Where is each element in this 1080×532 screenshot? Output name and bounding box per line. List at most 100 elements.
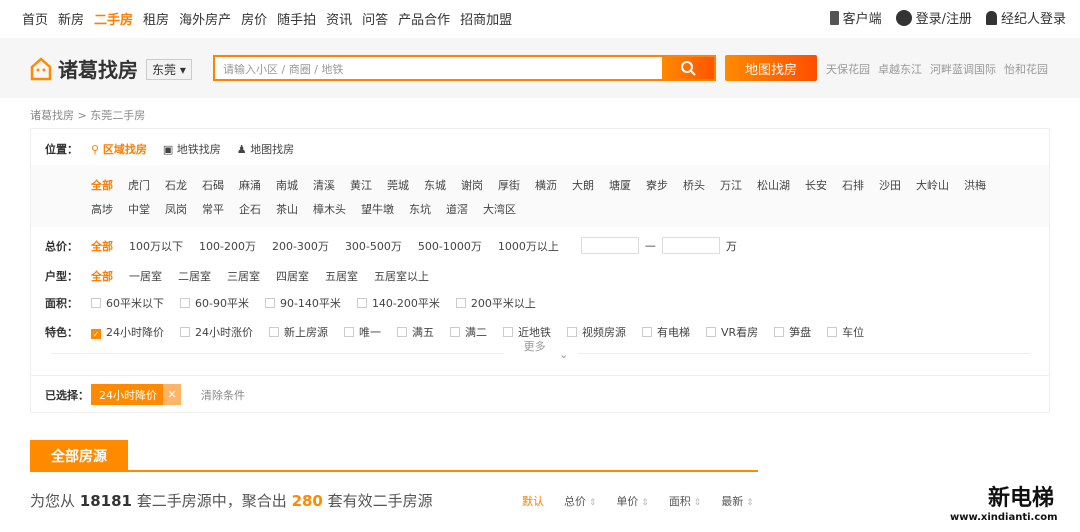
district-option[interactable]: 企石	[239, 201, 261, 217]
search-input[interactable]: 请输入小区 / 商圈 / 地铁	[215, 57, 662, 79]
sort-option[interactable]: 面积 ⇕	[669, 493, 701, 509]
checkbox[interactable]	[455, 298, 466, 308]
price-option[interactable]: 100-200万	[199, 238, 256, 254]
price-option[interactable]: 100万以下	[129, 238, 183, 254]
district-option[interactable]: 石排	[842, 177, 864, 193]
district-option[interactable]: 虎门	[128, 177, 150, 193]
checkbox[interactable]	[706, 327, 716, 337]
checkbox[interactable]	[356, 298, 367, 308]
checkbox[interactable]	[91, 298, 101, 308]
checkbox[interactable]: ✓	[91, 329, 101, 339]
district-option[interactable]: 清溪	[313, 177, 335, 193]
layout-option[interactable]: 五居室	[325, 268, 358, 284]
checkbox[interactable]	[642, 327, 652, 337]
district-option[interactable]: 中堂	[128, 201, 150, 217]
layout-option[interactable]: 四居室	[276, 268, 309, 284]
district-option[interactable]: 全部	[91, 177, 113, 193]
nav-item[interactable]: 问答	[362, 9, 388, 28]
district-option[interactable]: 望牛墩	[361, 201, 394, 217]
price-option[interactable]: 500-1000万	[418, 238, 482, 254]
nav-item[interactable]: 租房	[143, 9, 169, 28]
district-option[interactable]: 麻涌	[239, 177, 261, 193]
area-option[interactable]: 90-140平米	[264, 295, 341, 311]
price-option[interactable]: 1000万以上	[498, 238, 559, 254]
min-price-input[interactable]	[580, 237, 639, 254]
feature-option[interactable]: 唯一	[344, 324, 381, 340]
district-option[interactable]: 塘厦	[609, 177, 631, 193]
district-option[interactable]: 洪梅	[964, 177, 986, 193]
district-option[interactable]: 谢岗	[461, 177, 483, 193]
login-link[interactable]: 登录/注册	[895, 8, 972, 27]
nav-item[interactable]: 招商加盟	[460, 9, 512, 28]
tab-all-listings[interactable]: 全部房源	[30, 440, 128, 472]
hot-search-link[interactable]: 卓越东江	[878, 61, 922, 77]
feature-option[interactable]: 车位	[827, 324, 864, 340]
nav-item[interactable]: 新房	[58, 9, 84, 28]
district-option[interactable]: 道滘	[446, 201, 468, 217]
layout-option[interactable]: 一居室	[129, 268, 162, 284]
district-option[interactable]: 南城	[276, 177, 298, 193]
district-option[interactable]: 常平	[202, 201, 224, 217]
feature-option[interactable]: 满五	[397, 324, 434, 340]
logo[interactable]: 诸葛找房	[30, 54, 138, 83]
area-option[interactable]: 60平米以下	[91, 295, 164, 311]
sort-option[interactable]: 单价 ⇕	[616, 493, 648, 509]
district-option[interactable]: 沙田	[879, 177, 901, 193]
checkbox[interactable]	[397, 327, 407, 337]
district-option[interactable]: 高埗	[91, 201, 113, 217]
layout-option[interactable]: 全部	[91, 268, 113, 284]
district-option[interactable]: 大朗	[572, 177, 594, 193]
layout-option[interactable]: 二居室	[178, 268, 211, 284]
hot-search-link[interactable]: 怡和花园	[1004, 61, 1048, 77]
clear-conditions[interactable]: 清除条件	[201, 387, 245, 403]
mode-subway[interactable]: ▣ 地铁找房	[163, 141, 221, 157]
checkbox[interactable]	[827, 327, 838, 337]
district-option[interactable]: 东城	[424, 177, 446, 193]
agent-login-link[interactable]: 经纪人登录	[985, 8, 1066, 27]
district-option[interactable]: 大岭山	[916, 177, 949, 193]
district-option[interactable]: 桥头	[683, 177, 705, 193]
price-option[interactable]: 全部	[91, 238, 113, 254]
mode-region[interactable]: ⚲ 区域找房	[91, 141, 147, 157]
district-option[interactable]: 莞城	[387, 177, 409, 193]
area-option[interactable]: 60-90平米	[180, 295, 249, 311]
feature-option[interactable]: 视频房源	[567, 324, 626, 340]
district-option[interactable]: 茶山	[276, 201, 298, 217]
district-option[interactable]: 东坑	[409, 201, 431, 217]
max-price-input[interactable]	[661, 237, 720, 254]
nav-item[interactable]: 海外房产	[179, 9, 231, 28]
nav-item[interactable]: 资讯	[326, 9, 352, 28]
feature-option[interactable]: 满二	[450, 324, 487, 340]
checkbox[interactable]	[180, 298, 190, 308]
sort-option[interactable]: 总价 ⇕	[564, 493, 596, 509]
feature-option[interactable]: 近地铁	[503, 324, 551, 340]
district-option[interactable]: 松山湖	[757, 177, 790, 193]
nav-item[interactable]: 二手房	[94, 9, 133, 28]
feature-option[interactable]: 有电梯	[642, 324, 690, 340]
search-button[interactable]	[662, 57, 714, 79]
feature-option[interactable]: VR看房	[706, 324, 758, 340]
price-option[interactable]: 300-500万	[345, 238, 402, 254]
district-option[interactable]: 厚街	[498, 177, 520, 193]
checkbox[interactable]	[264, 298, 275, 308]
sort-option[interactable]: 默认	[522, 493, 544, 509]
checkbox[interactable]	[567, 327, 577, 337]
selected-tag[interactable]: 24小时降价 ✕	[91, 384, 181, 405]
district-option[interactable]: 横沥	[535, 177, 557, 193]
remove-tag-icon[interactable]: ✕	[163, 384, 181, 405]
sort-option[interactable]: 最新 ⇕	[721, 493, 753, 509]
nav-item[interactable]: 产品合作	[398, 9, 450, 28]
more-toggle[interactable]: 更多 ⌄	[51, 340, 1031, 370]
district-option[interactable]: 石龙	[165, 177, 187, 193]
feature-option[interactable]: 新上房源	[269, 324, 328, 340]
hot-search-link[interactable]: 河畔蓝调国际	[930, 61, 996, 77]
nav-item[interactable]: 首页	[22, 9, 48, 28]
checkbox[interactable]	[269, 327, 279, 337]
feature-option[interactable]: 笋盘	[774, 324, 811, 340]
checkbox[interactable]	[450, 327, 460, 337]
district-option[interactable]: 凤岗	[165, 201, 187, 217]
breadcrumb[interactable]: 诸葛找房 > 东莞二手房	[30, 107, 145, 123]
district-option[interactable]: 寮步	[646, 177, 668, 193]
layout-option[interactable]: 五居室以上	[374, 268, 429, 284]
checkbox[interactable]	[180, 327, 190, 337]
